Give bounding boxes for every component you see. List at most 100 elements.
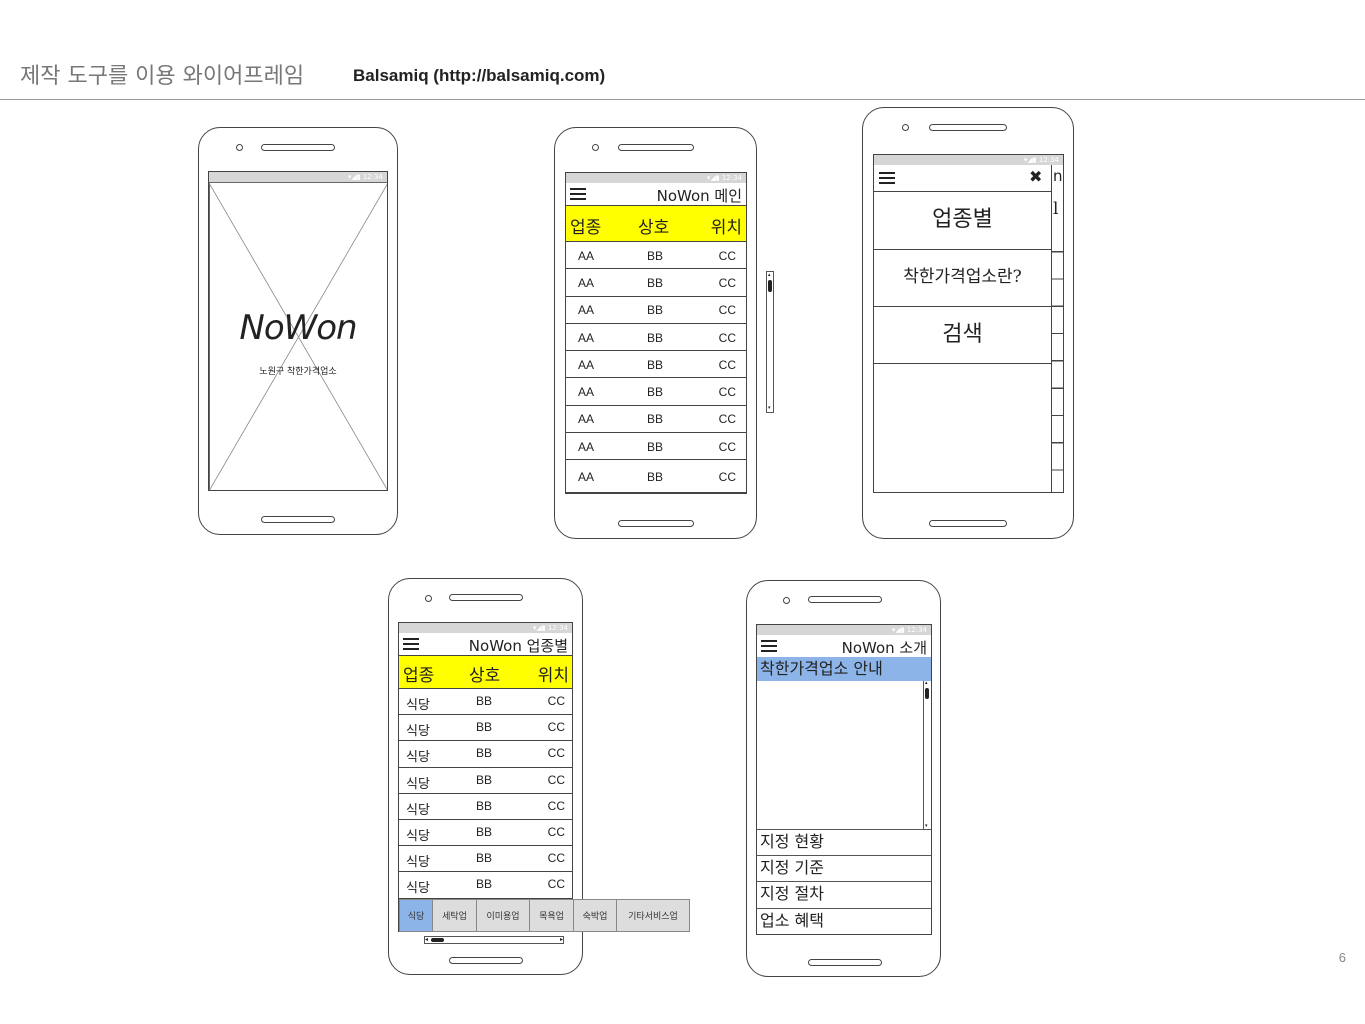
category-tab[interactable]: 세탁업 — [433, 900, 477, 931]
table-header: 업종 상호 위치 — [566, 206, 746, 242]
row-name: BB — [647, 303, 664, 318]
row-category: AA — [578, 385, 595, 400]
app-bar: NoWon 메인 — [566, 183, 746, 206]
row-location: CC — [547, 694, 565, 708]
category-tab[interactable]: 식당 — [400, 900, 433, 931]
home-button[interactable] — [808, 959, 882, 966]
close-icon[interactable]: ✖ — [1029, 167, 1042, 186]
scroll-down-icon[interactable]: ▾ — [768, 406, 771, 411]
home-button[interactable] — [261, 516, 335, 523]
app-bar-title: NoWon 메인 — [656, 187, 742, 205]
table-row[interactable]: AA BB CC — [566, 379, 746, 406]
speaker-icon — [261, 144, 335, 151]
phone-main: ▾◢▮ 12:34 NoWon 메인 업종 상호 위치 AA BB CC AA BB CC… — [554, 127, 757, 539]
home-button[interactable] — [618, 520, 694, 527]
column-header-category[interactable]: 업종 — [570, 213, 601, 238]
table-row[interactable]: 식당 BB CC — [399, 768, 572, 794]
intro-list-item[interactable]: 지정 절차 — [757, 881, 931, 907]
row-name: BB — [647, 357, 664, 372]
category-tab[interactable]: 숙박업 — [574, 900, 617, 931]
hamburger-menu-icon[interactable] — [570, 188, 586, 200]
splash-screen: ▾◢▮ 12:34 NoWon 노원구 착한가격업소 — [208, 171, 388, 491]
row-name: BB — [476, 746, 493, 761]
camera-icon — [236, 144, 243, 151]
column-header-location[interactable]: 위치 — [538, 661, 569, 686]
status-icons: ▾◢▮ 12:34 — [1023, 156, 1059, 164]
menu-screen: ▾◢▮ 12:34 n l 업종별 착한가격업소란? 검색 ✖ — [873, 154, 1064, 493]
status-bar: ▾◢▮ 12:34 — [757, 625, 931, 635]
table-row[interactable]: 식당 BB CC — [399, 794, 572, 820]
column-header-name[interactable]: 상호 — [638, 213, 669, 238]
home-button[interactable] — [929, 520, 1007, 527]
status-icons: ▾◢▮ 12:34 — [532, 624, 568, 632]
app-bar-title: NoWon 소개 — [841, 639, 927, 657]
row-location: CC — [547, 720, 565, 735]
table-row[interactable]: 식당 BB CC — [399, 820, 572, 847]
category-tab[interactable]: 이미용업 — [477, 900, 530, 931]
status-bar: ▾◢▮ 12:34 — [874, 155, 1063, 165]
status-bar: ▾◢▮ 12:34 — [566, 173, 746, 183]
row-category: AA — [578, 330, 595, 345]
table-row[interactable]: 식당 BB CC — [399, 872, 572, 899]
table-row[interactable]: AA BB CC — [566, 297, 746, 324]
intro-list-item[interactable]: 업소 혜택 — [757, 907, 931, 934]
menu-item-about-label: 착한가격업소란? — [903, 267, 1022, 287]
scroll-up-icon[interactable]: ▴ — [925, 681, 928, 686]
table-row[interactable]: AA BB CC — [566, 351, 746, 379]
column-header-location[interactable]: 위치 — [711, 213, 742, 238]
row-category: 식당 — [406, 698, 430, 713]
table-row[interactable]: AA BB CC — [566, 269, 746, 297]
table-row[interactable]: AA BB CC — [566, 460, 746, 493]
row-location: CC — [718, 330, 736, 345]
scroll-thumb[interactable] — [925, 688, 929, 699]
scroll-thumb[interactable] — [431, 938, 444, 942]
intro-list-item[interactable]: 지정 현황 — [757, 829, 931, 855]
speaker-icon — [808, 596, 882, 603]
scroll-up-icon[interactable]: ▴ — [768, 273, 771, 278]
category-tab-bar: 식당 세탁업 이미용업 목욕업 숙박업 기타서비스업 — [399, 899, 690, 932]
table-row[interactable]: 식당 BB CC — [399, 715, 572, 742]
menu-item-about[interactable]: 착한가격업소란? — [874, 250, 1051, 307]
speaker-icon — [929, 124, 1007, 131]
category-tab[interactable]: 목욕업 — [530, 900, 574, 931]
hamburger-menu-icon[interactable] — [879, 172, 895, 184]
scroll-thumb[interactable] — [768, 280, 772, 292]
row-category: 식당 — [406, 829, 430, 844]
underlying-header-fragment: l — [1053, 199, 1059, 219]
home-button[interactable] — [449, 957, 523, 964]
row-category: AA — [578, 412, 595, 427]
intro-list-item[interactable]: 지정 기준 — [757, 855, 931, 881]
phone-intro: ▾◢▮ 12:34 NoWon 소개 착한가격업소 안내 ▴ ▾ 지정 현황 지정… — [746, 580, 941, 977]
table-header: 업종 상호 위치 — [399, 656, 572, 689]
vertical-scrollbar[interactable]: ▴ ▾ — [766, 271, 774, 413]
row-category: AA — [578, 303, 595, 318]
table-row[interactable]: 식당 BB CC — [399, 846, 572, 873]
scroll-right-icon[interactable]: ▸ — [560, 937, 563, 943]
menu-item-category[interactable]: 업종별 — [874, 192, 1051, 250]
underlying-screen-edge: n l — [1051, 165, 1063, 492]
hamburger-menu-icon[interactable] — [403, 638, 419, 650]
drawer-bar — [874, 165, 1051, 192]
status-icons: ▾◢▮ 12:34 — [891, 626, 927, 634]
horizontal-scrollbar[interactable]: ◂ ▸ — [424, 936, 564, 944]
hamburger-menu-icon[interactable] — [761, 640, 777, 652]
table-row[interactable]: 식당 BB CC — [399, 741, 572, 768]
row-category: 식당 — [406, 724, 430, 740]
table-row[interactable]: AA BB CC — [566, 433, 746, 461]
app-bar-title: NoWon 업종별 — [468, 637, 568, 655]
table-row[interactable]: AA BB CC — [566, 406, 746, 434]
intro-screen: ▾◢▮ 12:34 NoWon 소개 착한가격업소 안내 ▴ ▾ 지정 현황 지정… — [756, 624, 932, 935]
row-name: BB — [476, 720, 493, 735]
table-row[interactable]: 식당 BB CC — [399, 689, 572, 716]
column-header-name[interactable]: 상호 — [469, 661, 500, 686]
row-category: AA — [578, 275, 595, 290]
scroll-left-icon[interactable]: ◂ — [425, 937, 428, 943]
table-row[interactable]: AA BB CC — [566, 324, 746, 352]
category-tab[interactable]: 기타서비스업 — [617, 900, 689, 931]
row-category: AA — [578, 439, 595, 454]
menu-item-search[interactable]: 검색 — [874, 307, 1051, 364]
table-row[interactable]: AA BB CC — [566, 242, 746, 270]
row-location: CC — [718, 469, 736, 484]
content-scrollbar[interactable]: ▴ ▾ — [923, 681, 931, 829]
column-header-category[interactable]: 업종 — [403, 661, 434, 686]
